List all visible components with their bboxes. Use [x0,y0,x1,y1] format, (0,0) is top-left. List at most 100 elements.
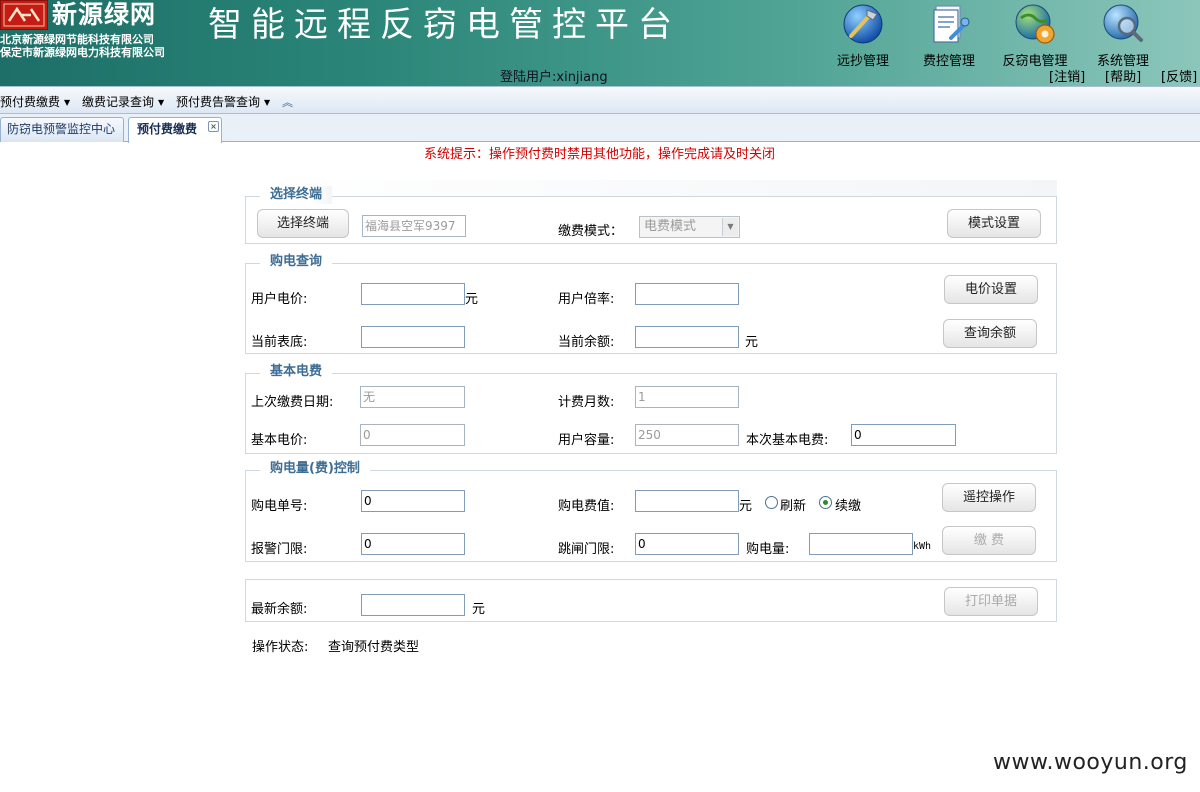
menu-prepay-label: 预付费缴费 [0,95,61,109]
last-payment-date-field[interactable]: 无 [360,386,465,408]
order-number-label: 购电单号: [251,499,308,514]
basic-fee-section: 基本电费 上次缴费日期: 无 计费月数: 1 基本电价: 0 用户容量: 250… [245,363,1057,454]
nav-remote-reading-label: 远抄管理 [836,54,889,69]
logo-name: 新源绿网 [52,0,157,29]
basic-fee-legend: 基本电费 [260,363,333,381]
purchase-control-section: 购电量(费)控制 购电单号: 0 购电费值: 元 刷新 续缴 遥控操作 报警门限… [245,460,1057,562]
user-price-field[interactable] [361,283,465,305]
this-base-fee-label: 本次基本电费: [746,433,829,448]
tab-prepay[interactable]: 预付费缴费 × [128,117,222,143]
chevron-down-icon: ▼ [722,218,738,236]
tab-bar: 防窃电预警监控中心 预付费缴费 × [0,114,1200,143]
print-receipt-button[interactable]: 打印单据 [944,587,1038,616]
login-user-label: 登陆用户: [500,70,557,85]
login-user: 登陆用户:xinjiang [500,66,608,85]
caret-down-icon: ▼ [64,98,71,107]
user-price-unit: 元 [465,292,479,307]
status-value: 查询预付费类型 [328,640,420,655]
refresh-radio-label: 刷新 [780,499,807,514]
base-price-field[interactable]: 0 [360,424,465,446]
purchase-query-section: 购电查询 用户电价: 元 用户倍率: 电价设置 当前表底: 当前余额: 元 查询… [245,253,1057,354]
purchase-energy-label: 购电量: [746,542,790,557]
menu-prepay-alarm-label: 预付费告警查询 [176,95,261,109]
mode-settings-button[interactable]: 模式设置 [947,209,1041,238]
company-logo-icon [0,0,48,30]
nav-system[interactable]: 系统管理 [1084,0,1162,69]
price-settings-button[interactable]: 电价设置 [944,275,1038,304]
user-ratio-label: 用户倍率: [558,292,615,307]
nav-fee-control[interactable]: 费控管理 [910,0,988,69]
latest-balance-unit: 元 [472,602,486,617]
menu-prepay[interactable]: 预付费缴费 ▼ [0,93,70,110]
query-balance-button[interactable]: 查询余额 [943,319,1037,348]
feedback-link[interactable]: [反馈] [1161,66,1197,85]
company-name-1: 北京新源绿网节能科技有限公司 [0,33,154,46]
user-price-label: 用户电价: [251,292,308,307]
base-price-label: 基本电价: [251,433,308,448]
purchase-amount-label: 购电费值: [558,499,615,514]
current-balance-field[interactable] [635,326,739,348]
nav-anti-theft[interactable]: 反窃电管理 [996,0,1074,69]
close-icon[interactable]: × [208,121,219,132]
billing-months-field[interactable]: 1 [635,386,739,408]
company-name-2: 保定市新源绿网电力科技有限公司 [0,46,165,59]
app-header: 新源绿网 北京新源绿网节能科技有限公司 保定市新源绿网电力科技有限公司 智能远程… [0,0,1200,86]
logout-link[interactable]: [注销] [1049,66,1085,85]
terminal-legend: 选择终端 [260,186,333,204]
current-balance-unit: 元 [745,335,759,350]
select-terminal-button[interactable]: 选择终端 [257,209,349,238]
refresh-radio[interactable] [765,496,778,509]
user-capacity-field[interactable]: 250 [635,424,739,446]
help-link[interactable]: [帮助] [1105,66,1141,85]
terminal-header-band [245,180,1057,196]
order-number-field[interactable]: 0 [361,490,465,512]
nav-fee-control-label: 费控管理 [922,54,975,69]
system-tip: 系统提示：操作预付费时禁用其他功能，操作完成请及时关闭 [424,147,776,162]
billing-months-label: 计费月数: [558,395,615,410]
caret-down-icon: ▼ [158,98,165,107]
latest-balance-label: 最新余额: [251,602,308,617]
menu-prepay-alarm[interactable]: 预付费告警查询 ▼ [176,93,270,110]
this-base-fee-field[interactable]: 0 [851,424,956,446]
alarm-threshold-label: 报警门限: [251,542,308,557]
globe-search-icon [1103,4,1143,42]
menu-bar: 预付费缴费 ▼ 缴费记录查询 ▼ 预付费告警查询 ▼ ︽ [0,86,1200,114]
latest-balance-field[interactable] [361,594,465,616]
last-payment-date-label: 上次缴费日期: [251,395,334,410]
caret-down-icon: ▼ [264,98,271,107]
terminal-field[interactable]: 福海县空军9397 [362,215,466,237]
trip-threshold-label: 跳闸门限: [558,542,615,557]
remote-control-button[interactable]: 遥控操作 [942,483,1036,512]
mode-select[interactable]: 电费模式 ▼ [639,216,740,238]
login-user-name: xinjiang [556,70,608,85]
tab-monitor-center[interactable]: 防窃电预警监控中心 [0,117,124,142]
latest-balance-section: 最新余额: 元 打印单据 [245,579,1057,622]
wrench-globe-icon [843,4,883,44]
purchase-energy-field[interactable] [809,533,913,555]
tab-prepay-label: 预付费缴费 [137,122,198,136]
trip-threshold-field[interactable]: 0 [635,533,739,555]
continue-radio-label: 续缴 [835,499,862,514]
nav-remote-reading[interactable]: 远抄管理 [824,0,902,69]
continue-radio[interactable] [819,496,832,509]
app-title: 智能远程反窃电管控平台 [208,5,681,45]
purchase-amount-field[interactable] [635,490,739,512]
purchase-amount-unit: 元 [739,499,753,514]
menu-payment-records[interactable]: 缴费记录查询 ▼ [82,93,164,110]
globe-gear-icon [1015,4,1055,44]
pay-button[interactable]: 缴 费 [942,526,1036,555]
terminal-section: 选择终端 选择终端 福海县空军9397 缴费模式： 电费模式 ▼ 模式设置 [245,186,1057,244]
mode-select-value: 电费模式 [644,219,697,234]
alarm-threshold-field[interactable]: 0 [361,533,465,555]
user-ratio-field[interactable] [635,283,739,305]
purchase-query-legend: 购电查询 [260,253,333,271]
watermark: www.wooyun.org [993,750,1188,775]
purchase-energy-unit: kWh [913,541,932,552]
current-balance-label: 当前余额: [558,335,615,350]
user-capacity-label: 用户容量: [558,433,615,448]
double-chevron-up-icon[interactable]: ︽ [282,94,293,110]
mode-label: 缴费模式： [558,224,624,239]
menu-payment-records-label: 缴费记录查询 [82,95,155,109]
meter-reading-field[interactable] [361,326,465,348]
status-label: 操作状态: [252,640,309,655]
